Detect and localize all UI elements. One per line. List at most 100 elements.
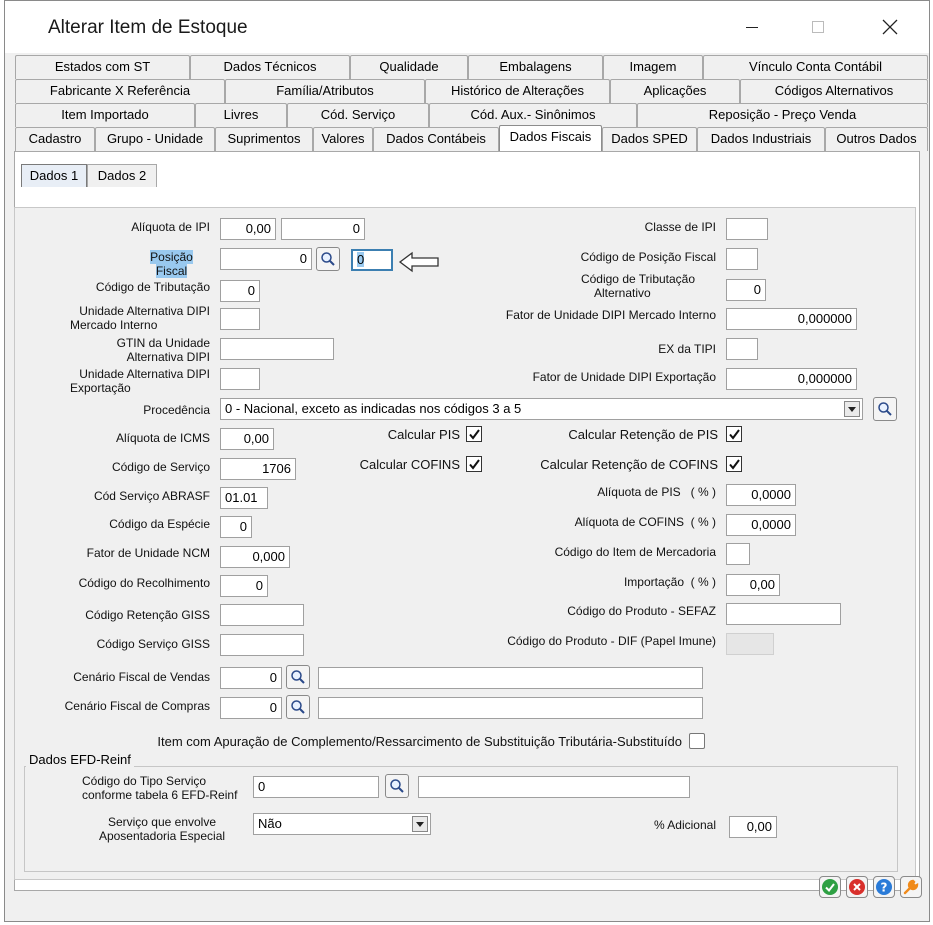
maximize-button[interactable] [795,9,841,45]
cenario-compras-input[interactable]: 0 [220,697,282,719]
item-apuracao-checkbox[interactable] [689,733,705,749]
gtin-input[interactable] [220,338,334,360]
tipo-servico-input[interactable]: 0 [253,776,379,798]
aliquota-cofins-input[interactable]: 0,0000 [726,514,796,536]
cenario-compras-description[interactable] [318,697,703,719]
aliquota-ipi-input-2[interactable]: 0 [281,218,365,240]
tab-qualidade[interactable]: Qualidade [350,55,468,79]
classe-ipi-input[interactable] [726,218,768,240]
codigo-retencao-giss-input[interactable] [220,604,304,626]
subtab-dados-2[interactable]: Dados 2 [87,164,157,187]
codigo-posicao-fiscal-input[interactable] [726,248,758,270]
cenario-vendas-search-button[interactable] [286,665,310,689]
gtin-label: GTIN da Unidade Alternativa DIPI [40,336,210,364]
chevron-down-icon[interactable] [844,401,860,417]
minimize-button[interactable] [729,9,775,45]
tab-livres[interactable]: Livres [195,103,287,127]
aliquota-pis-input[interactable]: 0,0000 [726,484,796,506]
tab-dados-industriais[interactable]: Dados Industriais [697,127,825,151]
aliquota-ipi-label: Alíquota de IPI [131,220,210,234]
fator-dipi-exp-input[interactable]: 0,000000 [726,368,857,390]
tab-dados-fiscais[interactable]: Dados Fiscais [499,125,602,151]
tab-estados-com-st[interactable]: Estados com ST [15,55,190,79]
chevron-down-icon[interactable] [412,816,428,832]
tab-codigos-alternativos[interactable]: Códigos Alternativos [740,79,928,103]
tools-button[interactable] [900,876,922,898]
help-button[interactable]: ? [873,876,895,898]
posicao-fiscal-label: Posição Fiscal [133,250,210,278]
ex-tipi-input[interactable] [726,338,758,360]
calcular-retencao-pis-checkbox[interactable] [726,426,742,442]
codigo-item-mercadoria-label: Código do Item de Mercadoria [554,545,716,559]
tab-historico-alteracoes[interactable]: Histórico de Alterações [425,79,610,103]
procedencia-search-button[interactable] [873,397,897,421]
cancel-circle-icon [849,879,865,895]
adicional-input[interactable]: 0,00 [729,816,777,838]
unidade-alt-dipi-mi-input[interactable] [220,308,260,330]
codigo-servico-input[interactable]: 1706 [220,458,296,480]
tab-reposicao-preco-venda[interactable]: Reposição - Preço Venda [637,103,928,127]
cenario-vendas-label: Cenário Fiscal de Vendas [73,670,210,684]
tab-vinculo-conta-contabil[interactable]: Vínculo Conta Contábil [703,55,928,79]
cancel-button[interactable] [846,876,868,898]
unidade-alt-dipi-exp-label: Unidade Alternativa DIPI Exportação [40,367,210,395]
tab-grupo-unidade[interactable]: Grupo - Unidade [95,127,215,151]
codigo-produto-sefaz-input[interactable] [726,603,841,625]
tab-outros-dados[interactable]: Outros Dados [825,127,928,151]
tab-cod-aux-sinonimos[interactable]: Cód. Aux.- Sinônimos [429,103,637,127]
tab-embalagens[interactable]: Embalagens [468,55,603,79]
classe-ipi-label: Classe de IPI [644,220,716,234]
calcular-pis-checkbox[interactable] [466,426,482,442]
codigo-produto-dif-input [726,633,774,655]
importacao-input[interactable]: 0,00 [726,574,780,596]
tab-dados-tecnicos[interactable]: Dados Técnicos [190,55,350,79]
posicao-fiscal-code-text: 0 [357,252,365,267]
aposentadoria-select[interactable]: Não [253,813,431,835]
tab-dados-contabeis[interactable]: Dados Contábeis [373,127,499,151]
procedencia-select[interactable]: 0 - Nacional, exceto as indicadas nos có… [220,398,863,420]
cenario-compras-search-button[interactable] [286,695,310,719]
fator-ncm-input[interactable]: 0,000 [220,546,290,568]
tab-valores[interactable]: Valores [313,127,373,151]
posicao-fiscal-input[interactable]: 0 [220,248,312,270]
unidade-alt-dipi-exp-input[interactable] [220,368,260,390]
tipo-servico-search-button[interactable] [385,774,409,798]
fator-dipi-mi-input[interactable]: 0,000000 [726,308,857,330]
codigo-servico-giss-input[interactable] [220,634,304,656]
maximize-icon [812,21,824,33]
close-button[interactable] [867,9,913,45]
codigo-produto-dif-label: Código do Produto - DIF (Papel Imune) [507,634,716,648]
codigo-trib-alt-label-2: Alternativo [594,286,651,300]
codigo-especie-input[interactable]: 0 [220,516,252,538]
posicao-fiscal-search-button[interactable] [316,247,340,271]
gtin-label-1: GTIN da Unidade [116,336,210,350]
cod-servico-abrasf-input[interactable]: 01.01 [220,487,268,509]
aliquota-ipi-input[interactable]: 0,00 [220,218,276,240]
posicao-fiscal-code-input[interactable]: 0 [351,249,393,271]
tab-cadastro[interactable]: Cadastro [15,127,95,151]
aposentadoria-value: Não [258,816,282,831]
cenario-vendas-input[interactable]: 0 [220,667,282,689]
codigo-recolhimento-input[interactable]: 0 [220,575,268,597]
adicional-label: % Adicional [653,818,716,832]
calcular-cofins-checkbox[interactable] [466,456,482,472]
fator-dipi-mi-label: Fator de Unidade DIPI Mercado Interno [505,308,716,322]
cenario-vendas-description[interactable] [318,667,703,689]
confirm-button[interactable] [819,876,841,898]
tab-imagem[interactable]: Imagem [603,55,703,79]
codigo-tributacao-input[interactable]: 0 [220,280,260,302]
tab-familia-atributos[interactable]: Família/Atributos [225,79,425,103]
codigo-trib-alt-input[interactable]: 0 [726,279,766,301]
checkmark-icon [728,428,740,440]
tab-item-importado[interactable]: Item Importado [15,103,195,127]
tab-suprimentos[interactable]: Suprimentos [215,127,313,151]
aliquota-icms-input[interactable]: 0,00 [220,428,274,450]
tab-fabricante-referencia[interactable]: Fabricante X Referência [15,79,225,103]
codigo-item-mercadoria-input[interactable] [726,543,750,565]
calcular-retencao-cofins-checkbox[interactable] [726,456,742,472]
tipo-servico-description[interactable] [418,776,690,798]
tab-dados-sped[interactable]: Dados SPED [602,127,697,151]
tab-cod-servico[interactable]: Cód. Serviço [287,103,429,127]
subtab-dados-1[interactable]: Dados 1 [21,164,87,187]
tab-aplicacoes[interactable]: Aplicações [610,79,740,103]
